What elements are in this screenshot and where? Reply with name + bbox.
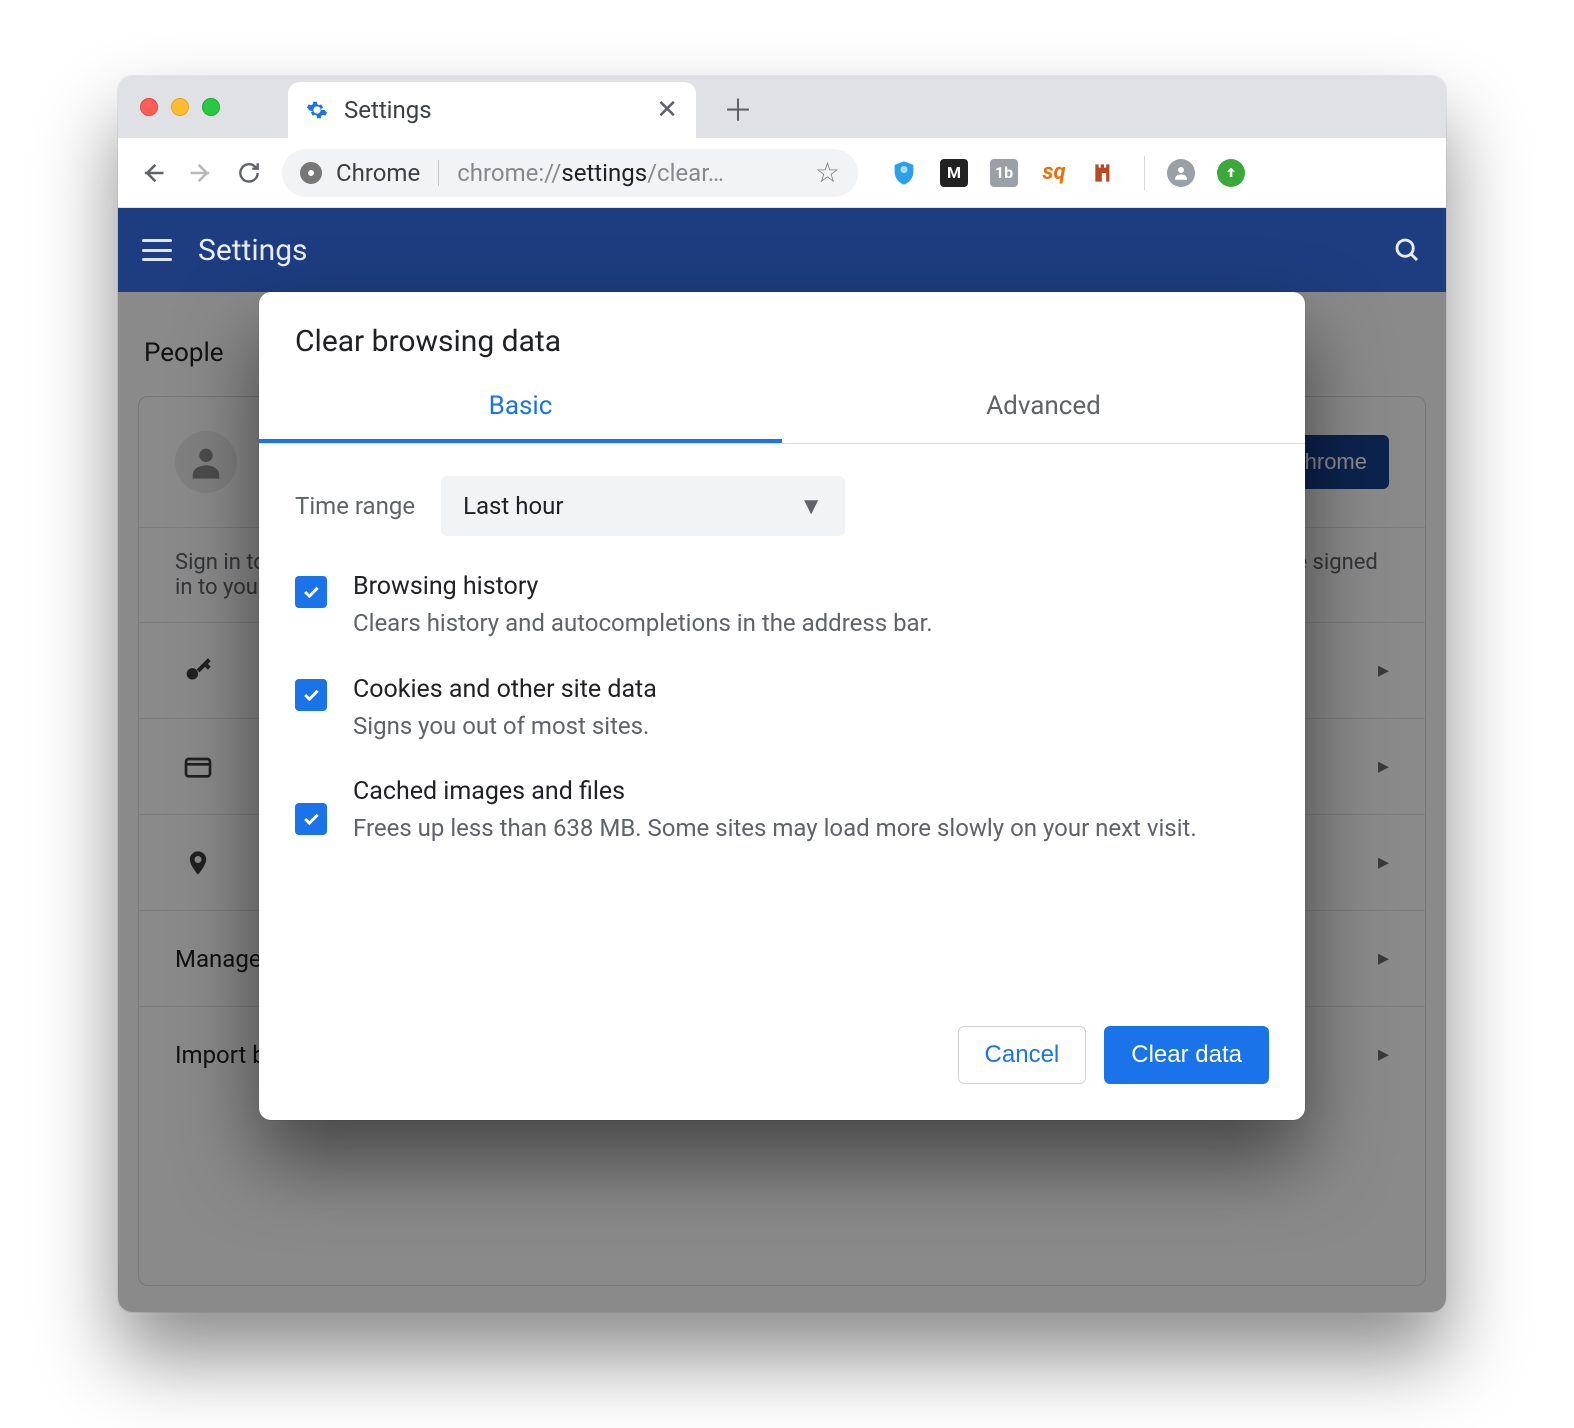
- time-range-label: Time range: [295, 492, 415, 520]
- menu-icon[interactable]: [142, 239, 172, 261]
- toolbar: Chrome chrome://settings/clear… ☆ M 1b s…: [118, 138, 1446, 208]
- chrome-icon: [300, 162, 322, 184]
- clear-data-button[interactable]: Clear data: [1104, 1026, 1269, 1084]
- time-range-row: Time range Last hour ▼: [295, 476, 1269, 536]
- option-desc: Signs you out of most sites.: [353, 710, 657, 744]
- omnibox[interactable]: Chrome chrome://settings/clear… ☆: [282, 149, 858, 197]
- option-title: Cookies and other site data: [353, 675, 657, 704]
- option-desc: Clears history and autocompletions in th…: [353, 607, 933, 641]
- gear-icon: [306, 99, 328, 121]
- dialog-tabs: Basic Advanced: [259, 377, 1305, 444]
- update-available-icon[interactable]: [1217, 159, 1245, 187]
- bookmark-star-icon[interactable]: ☆: [815, 156, 840, 189]
- divider: [1144, 156, 1145, 190]
- dialog-footer: Cancel Clear data: [259, 856, 1305, 1120]
- checkbox-checked-icon[interactable]: [295, 576, 327, 608]
- forward-button[interactable]: [186, 158, 216, 188]
- tab-title: Settings: [344, 96, 656, 124]
- close-window-button[interactable]: [140, 98, 158, 116]
- search-icon[interactable]: [1392, 235, 1422, 265]
- extension-icons: M 1b sq: [890, 156, 1245, 190]
- titlebar: Settings ✕ ＋: [118, 76, 1446, 138]
- minimize-window-button[interactable]: [171, 98, 189, 116]
- option-cached[interactable]: Cached images and files Frees up less th…: [295, 777, 1269, 846]
- extension-sq-icon[interactable]: sq: [1040, 159, 1068, 187]
- clear-browsing-data-dialog: Clear browsing data Basic Advanced Time …: [259, 292, 1305, 1120]
- option-desc: Frees up less than 638 MB. Some sites ma…: [353, 812, 1197, 846]
- time-range-select[interactable]: Last hour ▼: [441, 476, 845, 536]
- tab-underline: [259, 439, 782, 443]
- maximize-window-button[interactable]: [202, 98, 220, 116]
- browser-window: Settings ✕ ＋ Chrome chrome://settings/cl…: [118, 76, 1446, 1312]
- dialog-title: Clear browsing data: [259, 292, 1305, 377]
- option-title: Cached images and files: [353, 777, 1197, 806]
- tab-advanced[interactable]: Advanced: [782, 377, 1305, 439]
- time-range-value: Last hour: [463, 492, 563, 520]
- tab-basic[interactable]: Basic: [259, 377, 782, 439]
- checkbox-checked-icon[interactable]: [295, 803, 327, 835]
- appbar-title: Settings: [198, 233, 1392, 268]
- omnibox-scheme: Chrome: [336, 159, 420, 187]
- new-tab-button[interactable]: ＋: [724, 94, 752, 122]
- close-tab-button[interactable]: ✕: [656, 95, 678, 125]
- checkbox-checked-icon[interactable]: [295, 679, 327, 711]
- option-cookies[interactable]: Cookies and other site data Signs you ou…: [295, 675, 1269, 744]
- settings-appbar: Settings: [118, 208, 1446, 292]
- dialog-body: Time range Last hour ▼ Browsing history …: [259, 444, 1305, 856]
- reload-button[interactable]: [234, 158, 264, 188]
- omnibox-separator: [438, 160, 439, 186]
- browser-tab[interactable]: Settings ✕: [288, 82, 696, 138]
- chevron-down-icon: ▼: [799, 492, 823, 521]
- profile-avatar-icon[interactable]: [1167, 159, 1195, 187]
- omnibox-url: chrome://settings/clear…: [457, 159, 724, 187]
- extension-shield-icon[interactable]: [890, 159, 918, 187]
- extension-1b-icon[interactable]: 1b: [990, 159, 1018, 187]
- cancel-button[interactable]: Cancel: [958, 1026, 1087, 1084]
- option-browsing-history[interactable]: Browsing history Clears history and auto…: [295, 572, 1269, 641]
- option-title: Browsing history: [353, 572, 933, 601]
- window-controls: [140, 98, 220, 116]
- back-button[interactable]: [138, 158, 168, 188]
- extension-castle-icon[interactable]: [1090, 159, 1118, 187]
- extension-m-icon[interactable]: M: [940, 159, 968, 187]
